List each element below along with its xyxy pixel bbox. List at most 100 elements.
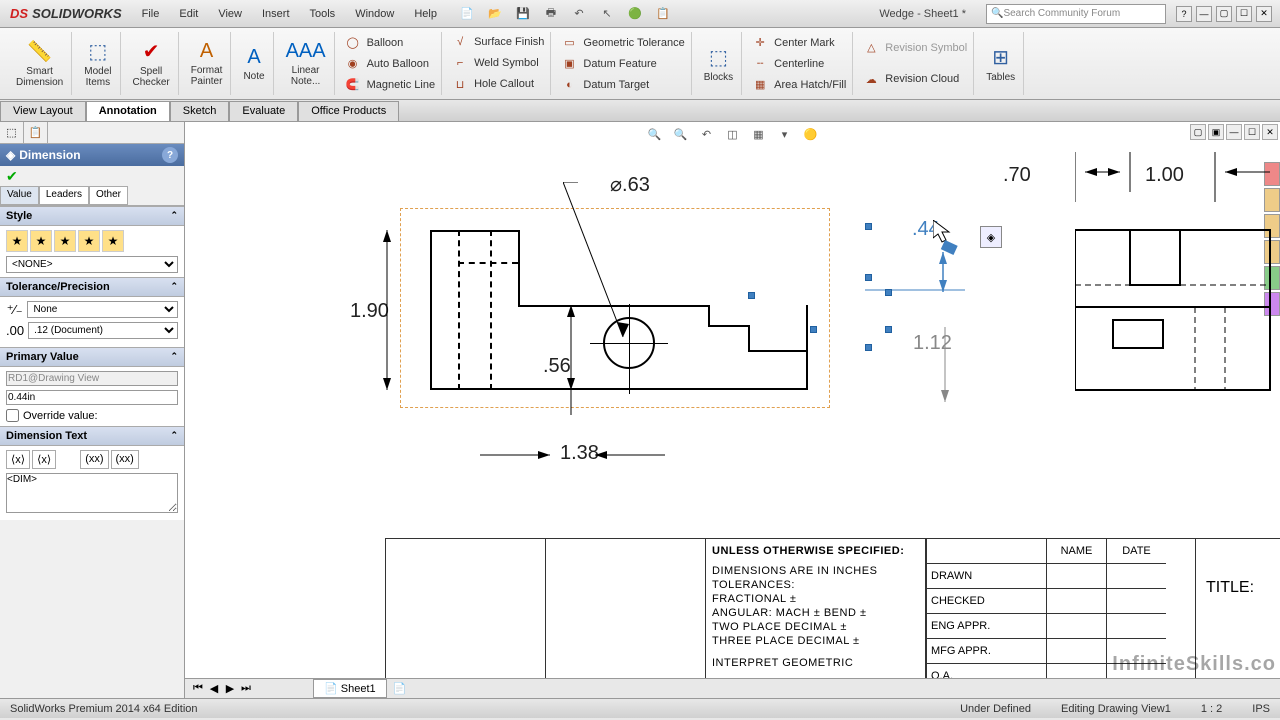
hole-callout-button[interactable]: ⊔Hole Callout [452, 76, 544, 93]
menu-insert[interactable]: Insert [252, 3, 300, 25]
text-tol-icon[interactable]: (xx) [80, 450, 108, 469]
override-checkbox[interactable] [6, 409, 19, 422]
format-painter-button[interactable]: AFormat Painter [183, 32, 232, 95]
property-tab[interactable]: 📋 [24, 122, 48, 143]
tab-office-products[interactable]: Office Products [298, 101, 399, 121]
undo-icon[interactable]: ↶ [569, 4, 589, 24]
primary-value-section-head[interactable]: Primary Value⌃ [0, 347, 184, 367]
handle-4[interactable] [810, 326, 817, 333]
area-hatch-button[interactable]: ▦Area Hatch/Fill [752, 76, 846, 93]
maximize-icon[interactable]: ☐ [1236, 6, 1252, 22]
open-icon[interactable]: 📂 [485, 4, 505, 24]
magnetic-line-button[interactable]: 🧲Magnetic Line [345, 76, 436, 93]
close-icon[interactable]: ✕ [1256, 6, 1272, 22]
centerline-button[interactable]: ╌Centerline [752, 55, 846, 72]
menu-view[interactable]: View [208, 3, 252, 25]
dimension-palette-icon[interactable]: ◈ [980, 226, 1002, 248]
text-left-icon[interactable]: ⟨x⟩ [6, 450, 30, 469]
handle-2[interactable] [865, 274, 872, 281]
style-icon-2[interactable]: ★ [30, 230, 52, 252]
handle-5[interactable] [885, 326, 892, 333]
style-icon-5[interactable]: ★ [102, 230, 124, 252]
revision-cloud-button[interactable]: ☁Revision Cloud [863, 71, 967, 88]
center-mark-button[interactable]: ✛Center Mark [752, 34, 846, 51]
feature-tree-tab[interactable]: ⬚ [0, 122, 24, 143]
tables-button[interactable]: ⊞Tables [978, 32, 1024, 95]
zoom-area-icon[interactable]: 🔍 [671, 124, 691, 144]
text-ref-icon[interactable]: (xx) [111, 450, 139, 469]
style-icon-1[interactable]: ★ [6, 230, 28, 252]
drawing-area[interactable]: 🔍 🔍 ↶ ◫ ▦ ▾ 🟡 ▢ ▣ — ☐ ✕ [185, 122, 1280, 698]
tolerance-type-dropdown[interactable]: None [27, 301, 178, 318]
text-center-icon[interactable]: ⟨x⟩ [32, 450, 56, 469]
dim-diameter[interactable]: ⌀.63 [610, 172, 650, 197]
sheet-nav-last[interactable]: ⏭ [239, 682, 253, 695]
style-icon-4[interactable]: ★ [78, 230, 100, 252]
geo-tolerance-button[interactable]: ▭Geometric Tolerance [561, 34, 684, 51]
tab-sketch[interactable]: Sketch [170, 101, 230, 121]
balloon-button[interactable]: ◯Balloon [345, 34, 436, 51]
sheet-tab[interactable]: 📄 Sheet1 [313, 679, 387, 698]
handle-3[interactable] [885, 289, 892, 296]
dimension-value-field[interactable] [6, 390, 178, 405]
subtab-value[interactable]: Value [0, 186, 39, 205]
print-icon[interactable]: 🖶 [541, 4, 561, 24]
dimension-name-field[interactable] [6, 371, 178, 386]
handle-6[interactable] [748, 292, 755, 299]
prev-view-icon[interactable]: ↶ [697, 124, 717, 144]
menu-help[interactable]: Help [404, 3, 447, 25]
spell-checker-button[interactable]: ✔Spell Checker [125, 32, 179, 95]
sheet-nav-next[interactable]: ▶ [223, 682, 237, 695]
restore-icon[interactable]: ▢ [1216, 6, 1232, 22]
accept-button[interactable]: ✔ [0, 166, 184, 186]
auto-balloon-button[interactable]: ◉Auto Balloon [345, 55, 436, 72]
precision-dropdown[interactable]: .12 (Document) [28, 322, 178, 339]
add-sheet-button[interactable]: 📄 [393, 682, 407, 695]
surface-finish-button[interactable]: √Surface Finish [452, 34, 544, 50]
sheet-nav-first[interactable]: ⏮ [191, 682, 205, 695]
dim-70[interactable]: .70 [1003, 164, 1031, 187]
note-button[interactable]: ANote [235, 32, 273, 95]
handle-1[interactable] [865, 223, 872, 230]
options-icon[interactable]: 📋 [653, 4, 673, 24]
minimize-icon[interactable]: — [1196, 6, 1212, 22]
weld-symbol-button[interactable]: ⌐Weld Symbol [452, 55, 544, 71]
search-box[interactable]: 🔍 Search Community Forum [986, 4, 1166, 24]
datum-target-button[interactable]: ◐Datum Target [561, 77, 684, 93]
tab-view-layout[interactable]: View Layout [0, 101, 86, 121]
panel-help-icon[interactable]: ? [162, 147, 178, 163]
rebuild-icon[interactable]: 🟢 [625, 4, 645, 24]
gc-2[interactable]: ▣ [1208, 124, 1224, 140]
menu-edit[interactable]: Edit [169, 3, 208, 25]
tab-evaluate[interactable]: Evaluate [229, 101, 298, 121]
select-icon[interactable]: ↖ [597, 4, 617, 24]
gc-min[interactable]: — [1226, 124, 1242, 140]
display-style-icon[interactable]: ▦ [749, 124, 769, 144]
dimension-text-section-head[interactable]: Dimension Text⌃ [0, 426, 184, 446]
menu-file[interactable]: File [132, 3, 170, 25]
subtab-leaders[interactable]: Leaders [39, 186, 89, 205]
zoom-fit-icon[interactable]: 🔍 [645, 124, 665, 144]
blocks-button[interactable]: ⬚Blocks [696, 32, 742, 95]
gc-max[interactable]: ☐ [1244, 124, 1260, 140]
menu-window[interactable]: Window [345, 3, 404, 25]
model-items-button[interactable]: ⬚Model Items [76, 32, 120, 95]
sheet-nav-prev[interactable]: ◀ [207, 682, 221, 695]
style-dropdown[interactable]: <NONE> [6, 256, 178, 273]
style-icon-3[interactable]: ★ [54, 230, 76, 252]
tolerance-section-head[interactable]: Tolerance/Precision⌃ [0, 277, 184, 297]
save-icon[interactable]: 💾 [513, 4, 533, 24]
linear-note-button[interactable]: AAALinear Note... [278, 32, 335, 95]
menu-tools[interactable]: Tools [300, 3, 346, 25]
gc-1[interactable]: ▢ [1190, 124, 1206, 140]
smart-dimension-button[interactable]: 📏Smart Dimension [8, 32, 72, 95]
handle-7[interactable] [865, 344, 872, 351]
dimension-text-area[interactable]: <DIM> [6, 473, 178, 513]
datum-feature-button[interactable]: ▣Datum Feature [561, 55, 684, 72]
style-section-head[interactable]: Style⌃ [0, 206, 184, 226]
section-view-icon[interactable]: ◫ [723, 124, 743, 144]
help-icon[interactable]: ? [1176, 6, 1192, 22]
tab-annotation[interactable]: Annotation [86, 101, 170, 121]
gc-close[interactable]: ✕ [1262, 124, 1278, 140]
subtab-other[interactable]: Other [89, 186, 128, 205]
